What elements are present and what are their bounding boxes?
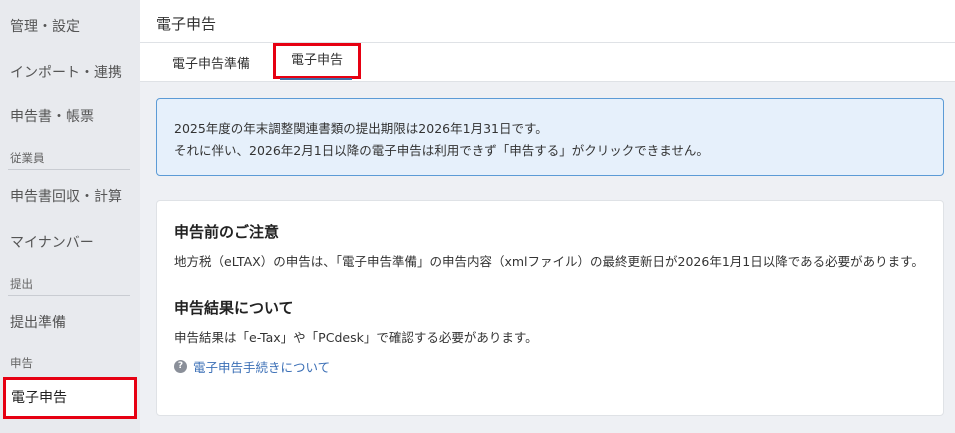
sidebar: 管理・設定 インポート・連携 申告書・帳票 従業員 申告書回収・計算 マイナンバ… [0,0,140,433]
card-text-results: 申告結果は「e-Tax」や「PCdesk」で確認する必要があります。 [174,330,538,345]
card-heading-results: 申告結果について [174,299,294,317]
card-heading-precautions: 申告前のご注意 [174,223,280,241]
sidebar-divider [8,169,130,170]
alert-text-line-2: それに伴い、2026年2月1日以降の電子申告は利用できず「申告する」がクリックで… [174,143,709,158]
sidebar-section-submit: 提出 [10,277,33,291]
help-link-text[interactable]: 電子申告手続きについて [193,357,330,376]
help-link[interactable]: ? 電子申告手続きについて [174,357,926,376]
question-circle-icon: ? [174,360,187,373]
sidebar-item-submit-prep[interactable]: 提出準備 [10,312,66,332]
notice-card: 申告前のご注意 地方税（eLTAX）の申告は、「電子申告準備」の申告内容（xml… [156,200,944,416]
tab-e-filing-prep[interactable]: 電子申告準備 [172,53,250,72]
sidebar-divider [8,295,130,296]
tab-e-filing[interactable]: 電子申告 [273,43,361,79]
page-header: 電子申告 [140,0,955,43]
active-tab-indicator [280,78,352,80]
sidebar-section-employees: 従業員 [10,151,45,165]
sidebar-item-forms[interactable]: 申告書・帳票 [10,106,94,126]
sidebar-item-e-filing[interactable]: 電子申告 [3,377,137,419]
card-text-precautions: 地方税（eLTAX）の申告は、「電子申告準備」の申告内容（xmlファイル）の最終… [174,254,924,269]
sidebar-item-mynumber[interactable]: マイナンバー [10,232,94,252]
info-alert: 2025年度の年末調整関連書類の提出期限は2026年1月31日です。 それに伴い… [156,98,944,176]
sidebar-item-collect-calc[interactable]: 申告書回収・計算 [10,186,122,206]
alert-text-line-1: 2025年度の年末調整関連書類の提出期限は2026年1月31日です。 [174,121,548,136]
main-content: 電子申告 電子申告準備 電子申告 2025年度の年末調整関連書類の提出期限は20… [140,0,955,433]
sidebar-section-filing: 申告 [10,356,33,370]
sidebar-item-settings[interactable]: 管理・設定 [10,16,80,36]
sidebar-item-import[interactable]: インポート・連携 [10,62,122,82]
page-title: 電子申告 [156,15,217,33]
tab-bar: 電子申告準備 電子申告 [140,43,955,82]
